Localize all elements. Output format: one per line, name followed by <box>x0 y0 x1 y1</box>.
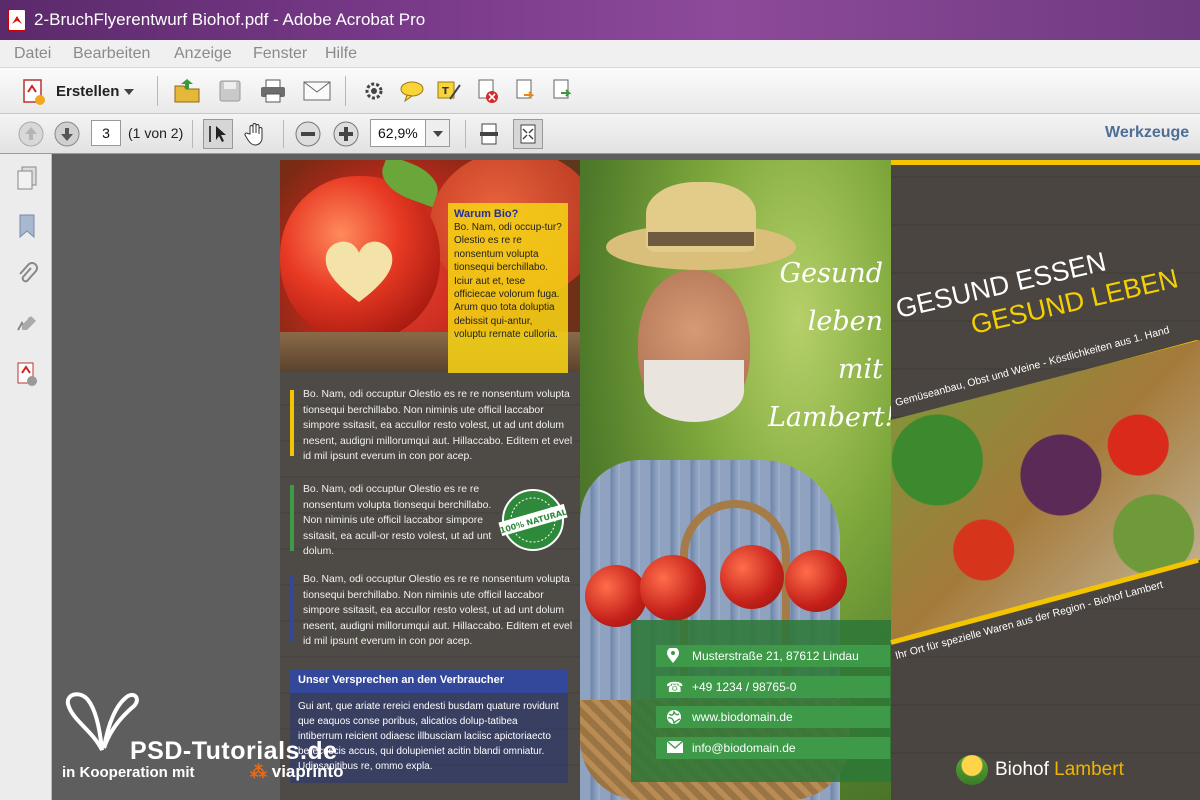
full-screen-icon[interactable] <box>513 119 543 149</box>
green-accent-bar <box>290 485 294 551</box>
basket-apple <box>585 565 647 627</box>
toolbar-divider <box>465 120 466 148</box>
toolbar-divider <box>157 76 158 106</box>
blue-accent-bar <box>290 575 294 641</box>
menu-hilfe[interactable]: Hilfe <box>325 45 357 63</box>
viaprinto-mark-icon: ⁂ <box>250 762 267 781</box>
biohof-logo-text: Biohof Lambert <box>995 759 1124 781</box>
logo-name: Biohof <box>995 759 1049 780</box>
create-icon[interactable] <box>20 78 48 106</box>
yellow-top-stripe <box>891 160 1200 165</box>
why-organic-text: Bo. Nam, odi occup-tur? Olestio es re re… <box>454 222 562 341</box>
promise-heading: Unser Versprechen an den Verbraucher <box>290 669 568 693</box>
slogan-line: Gesund <box>779 258 883 289</box>
email-icon[interactable] <box>302 79 332 103</box>
main-toolbar: Erstellen T <box>0 68 1200 114</box>
page-count: (1 von 2) <box>128 125 184 141</box>
contact-web-text: www.biodomain.de <box>692 710 793 724</box>
watermark-brand: ⁂ viaprinto <box>250 762 344 782</box>
comment-icon[interactable] <box>398 78 426 104</box>
logo-accent: Lambert <box>1054 759 1124 780</box>
contact-email: info@biodomain.de <box>656 737 890 759</box>
navigation-panel <box>0 154 52 800</box>
text-block-3: Bo. Nam, odi occuptur Olestio es re re n… <box>303 574 573 648</box>
toolbar-divider <box>283 120 284 148</box>
zoom-dropdown-button[interactable] <box>426 119 450 147</box>
phone-icon: ☎ <box>666 679 684 695</box>
toolbar-divider <box>345 76 346 106</box>
toolbar-divider <box>192 120 193 148</box>
document-properties-icon[interactable] <box>14 360 40 388</box>
natural-badge: 100% NATURAL <box>498 489 568 551</box>
location-pin-icon <box>666 647 682 664</box>
fit-page-icon[interactable] <box>475 120 503 148</box>
contact-phone: ☎ +49 1234 / 98765-0 <box>656 676 890 698</box>
hat-band <box>648 232 754 246</box>
slogan: Gesund leben mit Lambert! <box>768 250 896 442</box>
export-icon[interactable] <box>512 78 540 104</box>
settings-icon[interactable] <box>361 78 387 104</box>
print-icon[interactable] <box>258 77 288 105</box>
why-organic-box: Warum Bio? Bo. Nam, odi occup-tur? Olest… <box>448 203 568 373</box>
slogan-line: leben mit <box>807 306 883 385</box>
menu-bearbeiten[interactable]: Bearbeiten <box>73 45 150 63</box>
svg-text:T: T <box>442 86 449 97</box>
next-page-icon[interactable] <box>53 120 81 148</box>
basket-apple <box>640 555 706 621</box>
contact-phone-text: +49 1234 / 98765-0 <box>692 680 797 694</box>
yellow-accent-bar <box>290 390 294 456</box>
attachment-icon[interactable] <box>14 260 40 288</box>
previous-page-icon[interactable] <box>17 120 45 148</box>
contact-address-text: Musterstraße 21, 87612 Lindau <box>692 649 859 663</box>
watermark-subtitle: in Kooperation mit <box>62 764 195 781</box>
contact-address: Musterstraße 21, 87612 Lindau <box>656 645 890 667</box>
pdf-file-icon <box>8 9 26 31</box>
watermark-brand-text: viaprinto <box>271 762 344 781</box>
zoom-out-icon[interactable] <box>294 120 322 148</box>
contact-email-text: info@biodomain.de <box>692 741 796 755</box>
basket-apple <box>785 550 847 612</box>
why-organic-title: Warum Bio? <box>454 208 519 220</box>
share-icon[interactable] <box>549 78 577 104</box>
farmer-beard <box>644 360 744 422</box>
save-icon[interactable] <box>217 78 243 104</box>
envelope-icon <box>666 740 684 756</box>
menu-anzeige[interactable]: Anzeige <box>174 45 232 63</box>
window-title: 2-BruchFlyerentwurf Biohof.pdf - Adobe A… <box>34 10 426 29</box>
create-button[interactable]: Erstellen <box>56 83 119 100</box>
zoom-input[interactable]: 62,9% <box>370 119 426 147</box>
pages-icon[interactable] <box>14 164 40 192</box>
hand-tool-icon[interactable] <box>242 120 270 148</box>
menu-bar: Datei Bearbeiten Anzeige Fenster Hilfe <box>0 40 1200 68</box>
signature-icon[interactable] <box>14 310 40 338</box>
bookmark-icon[interactable] <box>14 212 40 240</box>
menu-fenster[interactable]: Fenster <box>253 45 307 63</box>
heart-icon <box>325 241 393 302</box>
select-tool-icon[interactable] <box>203 119 233 149</box>
sign-icon[interactable]: T <box>435 78 463 104</box>
biohof-logo-icon <box>956 755 988 785</box>
zoom-in-icon[interactable] <box>332 120 360 148</box>
open-icon[interactable] <box>172 77 202 105</box>
page-number-input[interactable]: 3 <box>91 120 121 146</box>
text-block-2: Bo. Nam, odi occuptur Olestio es re re n… <box>303 484 492 558</box>
globe-icon <box>666 709 682 725</box>
basket-apple <box>720 545 784 609</box>
tools-pane-button[interactable]: Werkzeuge <box>1105 124 1189 142</box>
title-bar: 2-BruchFlyerentwurf Biohof.pdf - Adobe A… <box>0 0 1200 40</box>
text-block-1: Bo. Nam, odi occuptur Olestio es re re n… <box>303 389 573 463</box>
delete-page-icon[interactable] <box>474 78 502 104</box>
slogan-line: Lambert! <box>768 402 896 433</box>
menu-datei[interactable]: Datei <box>14 45 51 63</box>
contact-web: www.biodomain.de <box>656 706 890 728</box>
chevron-down-icon[interactable] <box>124 89 134 95</box>
